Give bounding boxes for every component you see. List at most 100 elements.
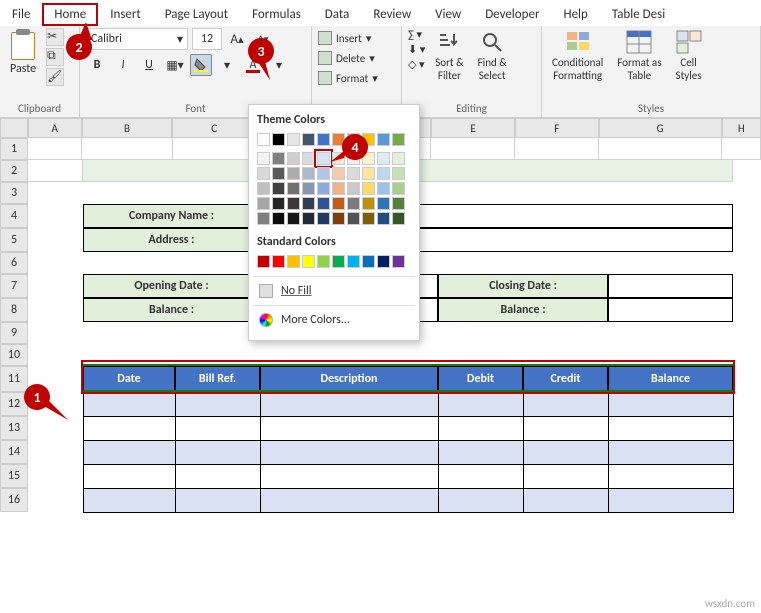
color-swatch[interactable] <box>347 167 360 180</box>
tab-formulas[interactable]: Formulas <box>240 3 313 26</box>
select-all-corner[interactable] <box>0 118 28 138</box>
color-swatch[interactable] <box>362 182 375 195</box>
color-swatch[interactable] <box>392 255 405 268</box>
clear-button[interactable]: ◇ ▾ <box>408 58 425 71</box>
color-swatch[interactable] <box>392 152 405 165</box>
color-swatch[interactable] <box>347 212 360 225</box>
color-swatch[interactable] <box>332 212 345 225</box>
table-row[interactable] <box>84 417 734 441</box>
color-swatch[interactable] <box>272 133 285 146</box>
row-13[interactable]: 13 <box>0 416 28 440</box>
color-swatch[interactable] <box>362 167 375 180</box>
conditional-formatting-button[interactable]: Conditional Formatting <box>548 28 607 84</box>
color-swatch[interactable] <box>332 182 345 195</box>
row-15[interactable]: 15 <box>0 464 28 488</box>
color-swatch[interactable] <box>257 197 270 210</box>
color-swatch[interactable] <box>287 255 300 268</box>
more-colors-button[interactable]: More Colors... <box>257 308 411 332</box>
tab-data[interactable]: Data <box>313 3 362 26</box>
color-swatch[interactable] <box>377 133 390 146</box>
fill-color-dropdown[interactable]: ▾ <box>216 54 238 76</box>
color-swatch[interactable] <box>302 167 315 180</box>
color-swatch[interactable] <box>317 255 330 268</box>
color-swatch[interactable] <box>362 255 375 268</box>
no-fill-button[interactable]: No Fill <box>257 279 411 303</box>
row-10[interactable]: 10 <box>0 344 28 366</box>
input-closing-date[interactable] <box>608 274 733 298</box>
color-swatch[interactable] <box>257 167 270 180</box>
color-swatch[interactable] <box>257 133 270 146</box>
color-swatch[interactable] <box>287 167 300 180</box>
underline-button[interactable]: U <box>138 54 160 76</box>
row-8[interactable]: 8 <box>0 298 28 322</box>
col-C[interactable]: C <box>172 118 256 138</box>
color-swatch[interactable] <box>287 212 300 225</box>
color-swatch[interactable] <box>392 167 405 180</box>
font-family-select[interactable]: Calibri▾ <box>86 28 188 50</box>
color-swatch[interactable] <box>317 197 330 210</box>
col-F[interactable]: F <box>515 118 599 138</box>
color-swatch[interactable] <box>347 197 360 210</box>
row-7[interactable]: 7 <box>0 274 28 298</box>
color-swatch[interactable] <box>302 255 315 268</box>
insert-cells-button[interactable]: Insert ▾ <box>318 28 395 48</box>
table-row[interactable] <box>84 489 734 513</box>
find-select-button[interactable]: Find & Select <box>474 28 511 84</box>
tab-view[interactable]: View <box>423 3 473 26</box>
row-14[interactable]: 14 <box>0 440 28 464</box>
color-swatch[interactable] <box>257 182 270 195</box>
cell-styles-button[interactable]: Cell Styles <box>672 28 706 84</box>
color-swatch[interactable] <box>302 212 315 225</box>
col-B[interactable]: B <box>82 118 173 138</box>
color-swatch[interactable] <box>392 182 405 195</box>
color-swatch[interactable] <box>317 212 330 225</box>
format-cells-button[interactable]: Format ▾ <box>318 68 395 88</box>
color-swatch[interactable] <box>317 133 330 146</box>
borders-button[interactable]: ▦▾ <box>164 54 186 76</box>
increase-font-icon[interactable]: A▴ <box>226 28 248 50</box>
color-swatch[interactable] <box>317 182 330 195</box>
fill-color-button[interactable] <box>190 54 212 76</box>
format-as-table-button[interactable]: Format as Table <box>613 28 665 84</box>
fill-button[interactable]: ⬇ ▾ <box>408 43 425 56</box>
color-swatch[interactable] <box>257 152 270 165</box>
color-swatch[interactable] <box>302 133 315 146</box>
table-row[interactable] <box>84 441 734 465</box>
color-swatch[interactable] <box>332 255 345 268</box>
row-9[interactable]: 9 <box>0 322 28 344</box>
tab-insert[interactable]: Insert <box>98 3 153 26</box>
color-swatch[interactable] <box>317 152 330 165</box>
row-2[interactable]: 2 <box>0 160 28 182</box>
row-3[interactable]: 3 <box>0 182 28 204</box>
delete-cells-button[interactable]: Delete ▾ <box>318 48 395 68</box>
bold-button[interactable]: B <box>86 54 108 76</box>
tab-file[interactable]: File <box>0 3 42 26</box>
color-swatch[interactable] <box>272 212 285 225</box>
paste-button[interactable]: Paste <box>6 28 40 80</box>
autosum-button[interactable]: ∑ ▾ <box>408 28 425 41</box>
color-swatch[interactable] <box>392 212 405 225</box>
color-swatch[interactable] <box>392 133 405 146</box>
color-swatch[interactable] <box>302 152 315 165</box>
col-H[interactable]: H <box>722 118 761 138</box>
col-G[interactable]: G <box>599 118 722 138</box>
cut-icon[interactable]: ✂ <box>46 28 64 46</box>
col-A[interactable]: A <box>28 118 82 138</box>
color-swatch[interactable] <box>272 182 285 195</box>
tab-table-design[interactable]: Table Desi <box>600 3 677 26</box>
color-swatch[interactable] <box>302 182 315 195</box>
color-swatch[interactable] <box>362 197 375 210</box>
color-swatch[interactable] <box>377 182 390 195</box>
tab-page-layout[interactable]: Page Layout <box>153 3 240 26</box>
row-5[interactable]: 5 <box>0 228 28 252</box>
color-swatch[interactable] <box>272 197 285 210</box>
row-1[interactable]: 1 <box>0 138 28 160</box>
font-size-select[interactable]: 12 <box>192 28 222 50</box>
color-swatch[interactable] <box>272 152 285 165</box>
color-swatch[interactable] <box>302 197 315 210</box>
row-6[interactable]: 6 <box>0 252 28 274</box>
color-swatch[interactable] <box>272 167 285 180</box>
color-swatch[interactable] <box>287 182 300 195</box>
color-swatch[interactable] <box>287 152 300 165</box>
color-swatch[interactable] <box>377 197 390 210</box>
